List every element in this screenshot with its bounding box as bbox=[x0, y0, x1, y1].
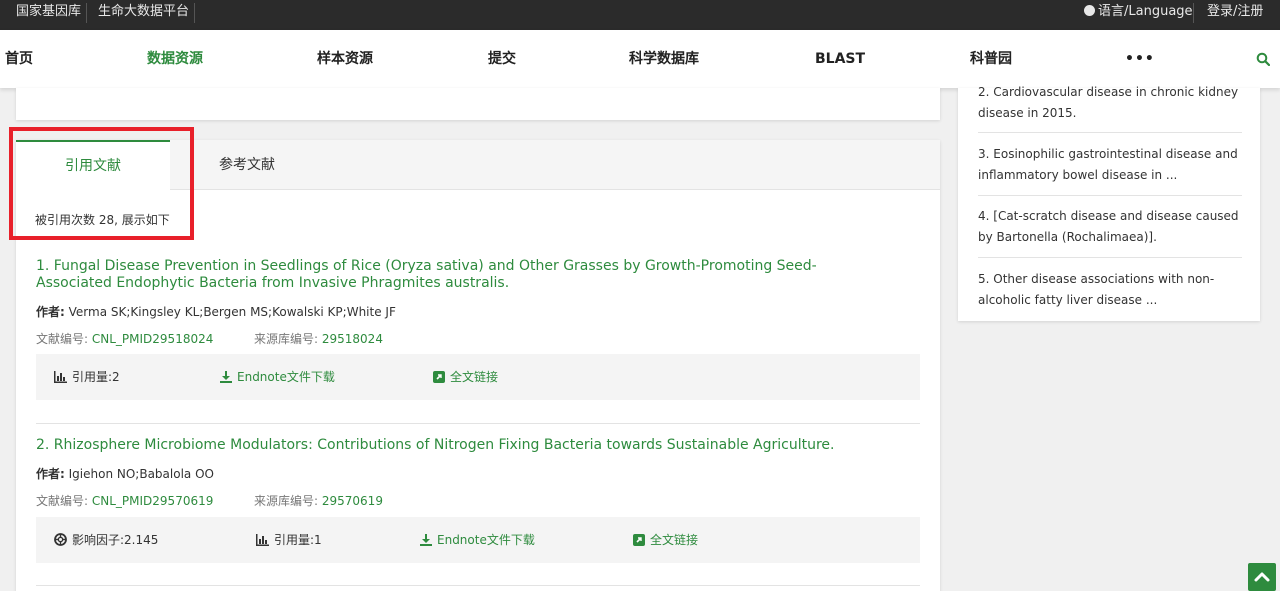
entry-doc-id: 文献编号: CNL_PMID29518024 bbox=[36, 330, 213, 347]
nav-item-sample-resources[interactable]: 样本资源 bbox=[317, 30, 373, 88]
impact-label: 影响因子: bbox=[72, 533, 125, 547]
nav-item-science-database[interactable]: 科学数据库 bbox=[629, 30, 699, 88]
topbar-separator bbox=[86, 3, 87, 23]
citations-label: 引用量: bbox=[274, 533, 315, 547]
entry-doc-id: 文献编号: CNL_PMID29570619 bbox=[36, 492, 213, 509]
chevron-up-icon bbox=[1254, 572, 1270, 582]
lifebuoy-icon bbox=[54, 533, 67, 546]
citations-value: 2 bbox=[112, 370, 120, 384]
fulltext-link[interactable]: 全文链接 bbox=[433, 354, 498, 400]
entry-authors: 作者: Verma SK;Kingsley KL;Bergen MS;Kowal… bbox=[36, 303, 396, 320]
nav-item-home[interactable]: 首页 bbox=[5, 30, 33, 88]
fulltext-label: 全文链接 bbox=[650, 533, 699, 547]
doc-id-link[interactable]: CNL_PMID29518024 bbox=[92, 332, 214, 346]
impact-value: 2.145 bbox=[124, 533, 159, 547]
entry-title[interactable]: 1. Fungal Disease Prevention in Seedling… bbox=[36, 258, 876, 292]
doc-id-label: 文献编号: bbox=[36, 332, 89, 346]
language-switch[interactable]: 语言/Language bbox=[1076, 0, 1201, 30]
upper-card bbox=[16, 88, 940, 120]
sidebar-related-item[interactable]: 5. Other disease associations with non-a… bbox=[978, 269, 1242, 311]
author-list: Igiehon NO;Babalola OO bbox=[68, 467, 214, 481]
search-icon[interactable] bbox=[1256, 52, 1270, 66]
endnote-download-link[interactable]: Endnote文件下载 bbox=[420, 517, 535, 563]
endnote-label: Endnote文件下载 bbox=[237, 370, 335, 384]
download-icon bbox=[420, 534, 432, 546]
citations-label: 引用量: bbox=[72, 370, 113, 384]
download-icon bbox=[220, 371, 232, 383]
sidebar-divider bbox=[978, 257, 1242, 258]
bar-chart-icon bbox=[256, 534, 269, 546]
topbar-separator bbox=[194, 3, 195, 23]
entry-actions: 影响因子:2.145 引用量:1 Endnote文件下载 全文链接 bbox=[36, 517, 920, 563]
impact-factor-stat: 影响因子:2.145 bbox=[54, 517, 158, 563]
author-label: 作者: bbox=[36, 305, 65, 319]
endnote-download-link[interactable]: Endnote文件下载 bbox=[220, 354, 335, 400]
entry-authors: 作者: Igiehon NO;Babalola OO bbox=[36, 465, 214, 482]
author-list: Verma SK;Kingsley KL;Bergen MS;Kowalski … bbox=[68, 305, 396, 319]
source-id-label: 来源库编号: bbox=[254, 332, 319, 346]
nav-item-data-resources[interactable]: 数据资源 bbox=[147, 30, 203, 88]
sidebar-divider bbox=[978, 132, 1242, 133]
sidebar-related-item[interactable]: 2. Cardiovascular disease in chronic kid… bbox=[978, 82, 1242, 124]
source-id-link[interactable]: 29570619 bbox=[322, 494, 383, 508]
entry-divider bbox=[36, 423, 920, 424]
entry-actions: 引用量:2 Endnote文件下载 全文链接 bbox=[36, 354, 920, 400]
author-label: 作者: bbox=[36, 467, 65, 481]
language-label: 语言/Language bbox=[1098, 4, 1193, 19]
external-link-icon bbox=[433, 371, 445, 383]
doc-id-label: 文献编号: bbox=[36, 494, 89, 508]
source-id-label: 来源库编号: bbox=[254, 494, 319, 508]
bar-chart-icon bbox=[54, 371, 67, 383]
scroll-to-top-button[interactable] bbox=[1248, 563, 1276, 591]
fulltext-link[interactable]: 全文链接 bbox=[633, 517, 698, 563]
topbar-separator bbox=[1193, 3, 1194, 23]
main-nav: 首页 数据资源 样本资源 提交 科学数据库 BLAST 科普园 ••• bbox=[0, 30, 1280, 88]
doc-id-link[interactable]: CNL_PMID29570619 bbox=[92, 494, 214, 508]
citations-value: 1 bbox=[314, 533, 322, 547]
citations-stat: 引用量:2 bbox=[54, 354, 120, 400]
entry-title[interactable]: 2. Rhizosphere Microbiome Modulators: Co… bbox=[36, 437, 876, 454]
source-id-link[interactable]: 29518024 bbox=[322, 332, 383, 346]
entry-source-id: 来源库编号: 29570619 bbox=[254, 492, 383, 509]
fulltext-label: 全文链接 bbox=[450, 370, 499, 384]
nav-item-submit[interactable]: 提交 bbox=[488, 30, 516, 88]
top-bar: 国家基因库 生命大数据平台 语言/Language 登录/注册 bbox=[0, 0, 1280, 30]
highlight-box bbox=[9, 127, 194, 240]
nav-item-blast[interactable]: BLAST bbox=[815, 30, 865, 88]
topbar-link-national-genebank[interactable]: 国家基因库 bbox=[8, 0, 89, 30]
login-register-link[interactable]: 登录/注册 bbox=[1199, 0, 1271, 30]
sidebar-related-item[interactable]: 3. Eosinophilic gastrointestinal disease… bbox=[978, 144, 1242, 186]
external-link-icon bbox=[633, 534, 645, 546]
entry-source-id: 来源库编号: 29518024 bbox=[254, 330, 383, 347]
related-sidebar: 2. Cardiovascular disease in chronic kid… bbox=[958, 85, 1260, 321]
nav-more-menu[interactable]: ••• bbox=[1125, 30, 1155, 88]
sidebar-related-item[interactable]: 4. [Cat-scratch disease and disease caus… bbox=[978, 206, 1242, 248]
sidebar-divider bbox=[978, 195, 1242, 196]
citations-stat: 引用量:1 bbox=[256, 517, 322, 563]
topbar-link-life-bigdata[interactable]: 生命大数据平台 bbox=[90, 0, 197, 30]
endnote-label: Endnote文件下载 bbox=[437, 533, 535, 547]
entry-divider bbox=[36, 585, 920, 586]
globe-icon bbox=[1084, 5, 1095, 16]
nav-item-science-park[interactable]: 科普园 bbox=[970, 30, 1012, 88]
